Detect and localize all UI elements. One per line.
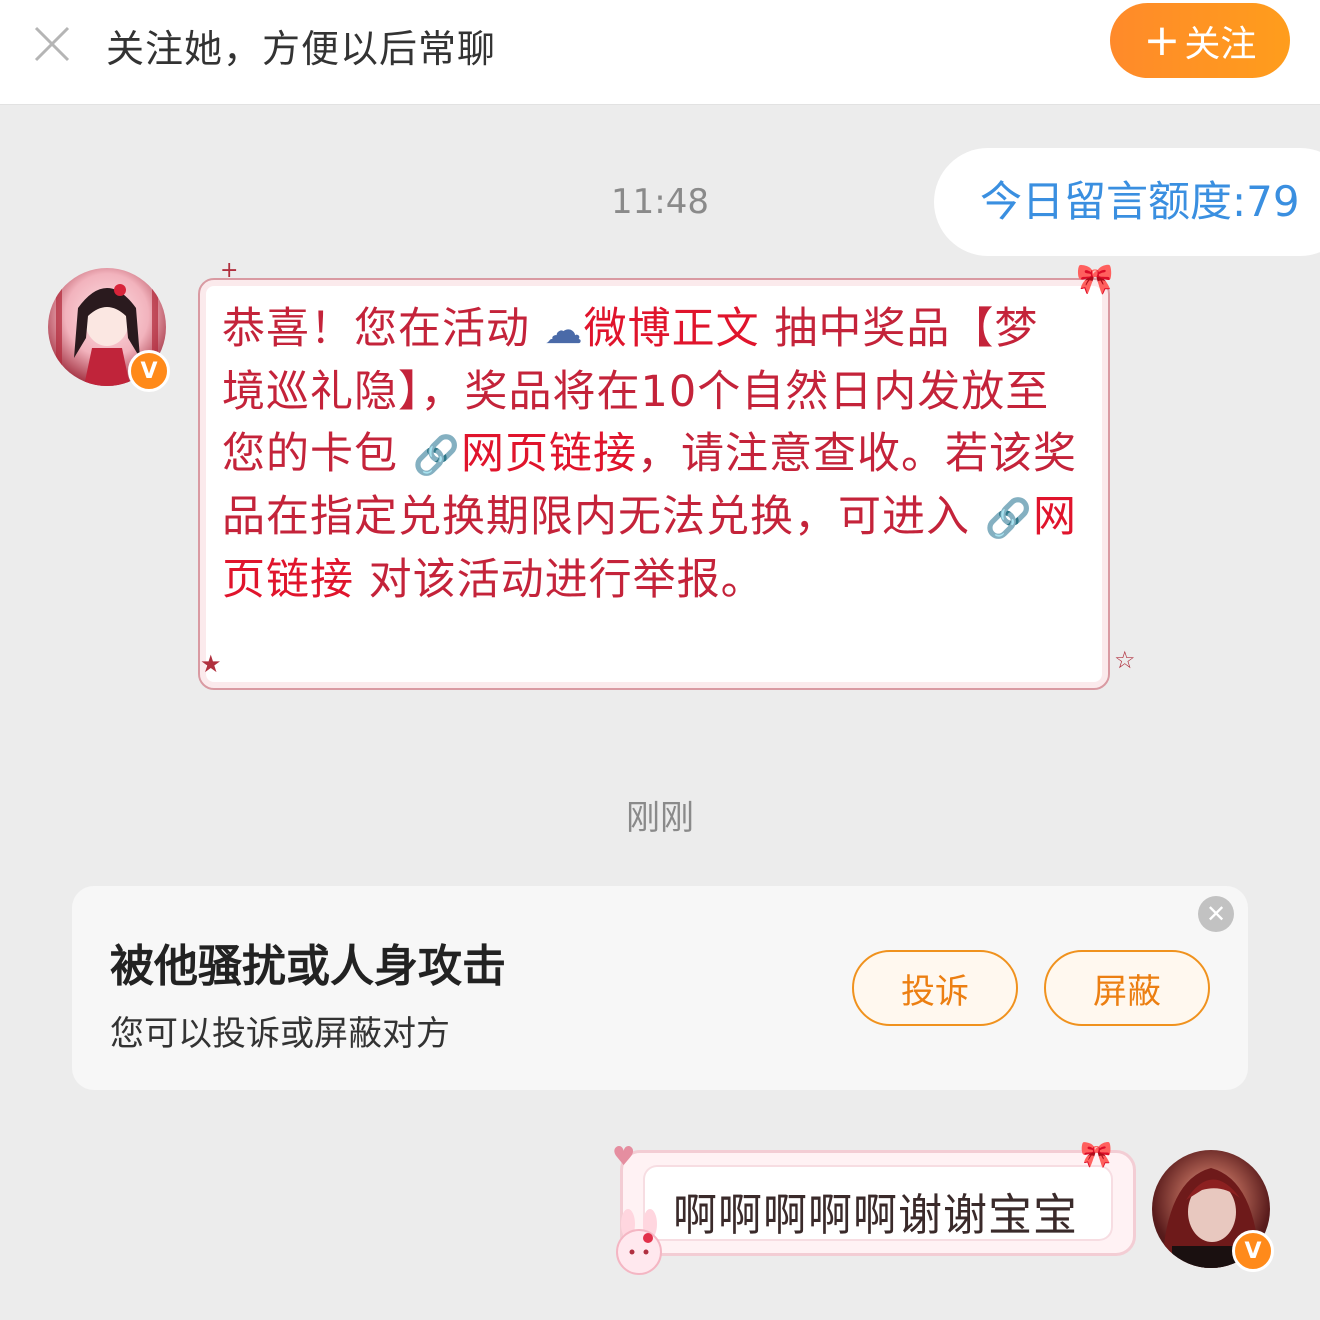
timestamp: 刚刚 (626, 798, 694, 838)
star-deco-icon: ☆ (1114, 646, 1136, 674)
weibo-icon: ☁ (544, 308, 584, 352)
follow-button-label: 关注 (1184, 23, 1257, 65)
close-icon[interactable]: ✕ (1198, 896, 1234, 932)
verified-badge-icon: V (128, 350, 170, 392)
bow-deco-icon: 🎀 (1080, 1140, 1113, 1170)
bunny-sticker-icon (616, 1209, 662, 1275)
plus-icon: + (1143, 14, 1181, 66)
block-button[interactable]: 屏蔽 (1044, 950, 1210, 1026)
sparkle-deco-icon: + (220, 258, 239, 283)
message-text-part: 恭喜！您在活动 (222, 304, 545, 354)
outgoing-message-bubble: 啊啊啊啊啊谢谢宝宝 (620, 1150, 1136, 1256)
harassment-report-card: 被他骚扰或人身攻击 您可以投诉或屏蔽对方 投诉 屏蔽 ✕ (72, 886, 1248, 1090)
close-icon[interactable] (30, 22, 74, 66)
report-card-title: 被他骚扰或人身攻击 (110, 941, 506, 992)
weibo-post-link[interactable]: 微博正文 (584, 304, 760, 354)
report-card-subtitle: 您可以投诉或屏蔽对方 (110, 1014, 450, 1054)
star-deco-icon: ★ (200, 650, 222, 678)
verified-badge-icon: V (1232, 1230, 1274, 1272)
message-text-part: 对该活动进行举报。 (354, 555, 765, 605)
heart-deco-icon: ♥ (612, 1142, 636, 1172)
follow-prompt-text: 关注她，方便以后常聊 (106, 27, 497, 71)
ribbon-bow-icon: 🎀 (1076, 262, 1114, 297)
incoming-message-bubble: 恭喜！您在活动 ☁微博正文 抽中奖品【梦境巡礼隐】，奖品将在10个自然日内发放至… (198, 278, 1110, 690)
follow-button[interactable]: + 关注 (1110, 3, 1290, 78)
timestamp: 11:48 (611, 182, 709, 222)
link-icon: 🔗 (412, 433, 461, 477)
link-icon: 🔗 (984, 496, 1033, 540)
webpage-link[interactable]: 网页链接 (461, 429, 637, 479)
top-bar: 关注她，方便以后常聊 + 关注 (0, 0, 1320, 105)
complain-button[interactable]: 投诉 (852, 950, 1018, 1026)
outgoing-message-text: 啊啊啊啊啊谢谢宝宝 (673, 1190, 1078, 1241)
incoming-message-text: 恭喜！您在活动 ☁微博正文 抽中奖品【梦境巡礼隐】，奖品将在10个自然日内发放至… (222, 298, 1082, 611)
